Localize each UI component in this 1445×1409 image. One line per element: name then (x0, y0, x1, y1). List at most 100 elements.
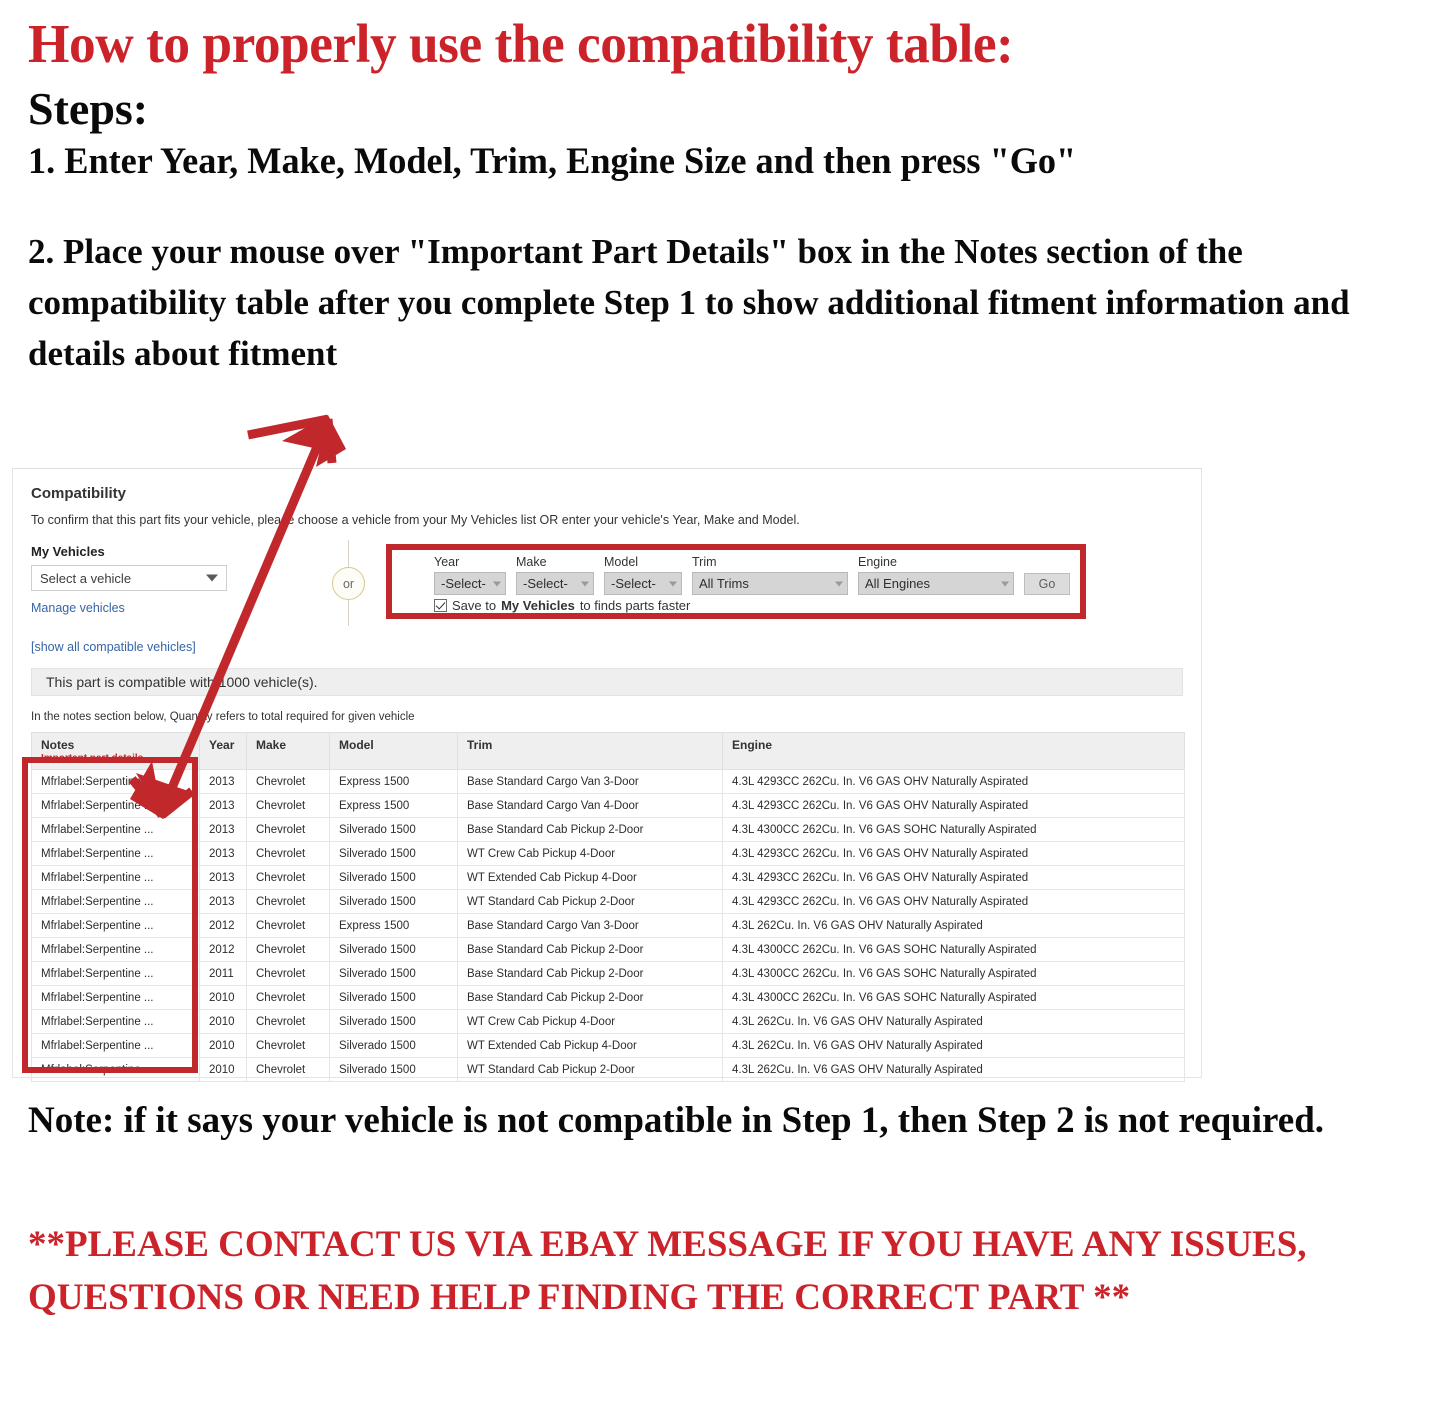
cell-make: Chevrolet (246, 817, 330, 842)
cell-engine: 4.3L 262Cu. In. V6 GAS OHV Naturally Asp… (722, 1057, 1185, 1082)
cell-engine: 4.3L 4300CC 262Cu. In. V6 GAS SOHC Natur… (722, 817, 1185, 842)
cell-make: Chevrolet (246, 985, 330, 1010)
go-button[interactable]: Go (1024, 573, 1070, 595)
cell-notes[interactable]: Mfrlabel:Serpentine ... (31, 889, 200, 914)
cell-model: Express 1500 (329, 793, 458, 818)
cell-year: 2013 (199, 889, 247, 914)
cell-notes[interactable]: Mfrlabel:Serpentine ... (31, 865, 200, 890)
table-row: Mfrlabel:Serpentine ... 2010 Chevrolet Silv… (31, 985, 1185, 1010)
cell-year: 2012 (199, 937, 247, 962)
footer-note-block: Note: if it says your vehicle is not com… (28, 1094, 1388, 1148)
cell-notes[interactable]: Mfrlabel:Serpentine ... (31, 841, 200, 866)
make-label: Make (516, 555, 547, 569)
cell-make: Chevrolet (246, 913, 330, 938)
table-row: Mfrlabel:Serpentine ... 2012 Chevrolet Expr… (31, 913, 1185, 938)
cell-notes[interactable]: Mfrlabel:Serpentine ... (31, 1057, 200, 1082)
my-vehicles-selected-value: Select a vehicle (40, 570, 132, 586)
step-one-text: 1. Enter Year, Make, Model, Trim, Engine… (28, 141, 1077, 183)
cell-make: Chevrolet (246, 1033, 330, 1058)
cell-notes[interactable]: Mfrlabel:Serpentine ... (31, 1009, 200, 1034)
fitment-table: Notes Important part details Year Make M… (31, 732, 1185, 1082)
compatibility-subtitle: To confirm that this part fits your vehi… (31, 513, 800, 527)
cell-year: 2010 (199, 985, 247, 1010)
table-row: Mfrlabel:Serpentine ... 2013 Chevrolet Silv… (31, 841, 1185, 866)
model-label: Model (604, 555, 639, 569)
show-all-compatible-vehicles-link[interactable]: [show all compatible vehicles] (31, 640, 1183, 654)
table-row: Mfrlabel:Serpentine ... 2010 Chevrolet Silv… (31, 1057, 1185, 1082)
table-row: Mfrlabel:Serpentine ... 2012 Chevrolet Silv… (31, 937, 1185, 962)
cell-trim: WT Extended Cab Pickup 4-Door (457, 1033, 723, 1058)
engine-select[interactable]: All Engines (858, 572, 1014, 595)
table-row: Mfrlabel:Serpentine ... 2013 Chevrolet Silv… (31, 817, 1185, 842)
cell-year: 2013 (199, 865, 247, 890)
cell-year: 2010 (199, 1033, 247, 1058)
my-vehicles-label: My Vehicles (31, 544, 105, 559)
save-checkbox[interactable] (434, 599, 447, 612)
model-select[interactable]: -Select- (604, 572, 682, 595)
chevron-down-icon (206, 574, 218, 582)
table-row: Mfrlabel:Serpentine ... 2013 Chevrolet Expr… (31, 793, 1185, 818)
year-value: -Select- (441, 576, 486, 591)
table-row: Mfrlabel:Serpentine ... 2011 Chevrolet Silv… (31, 961, 1185, 986)
cell-trim: WT Crew Cab Pickup 4-Door (457, 1009, 723, 1034)
cell-notes[interactable]: Mfrlabel:Serpentine ... (31, 913, 200, 938)
page-title: How to properly use the compatibility ta… (28, 13, 1014, 74)
col-header-year: Year (199, 732, 247, 770)
manage-vehicles-link[interactable]: Manage vehicles (31, 601, 281, 615)
model-value: -Select- (611, 576, 656, 591)
cell-engine: 4.3L 4293CC 262Cu. In. V6 GAS OHV Natura… (722, 841, 1185, 866)
cell-engine: 4.3L 262Cu. In. V6 GAS OHV Naturally Asp… (722, 1033, 1185, 1058)
cell-trim: Base Standard Cab Pickup 2-Door (457, 817, 723, 842)
engine-field: Engine All Engines (858, 555, 1014, 595)
cell-notes[interactable]: Mfrlabel:Serpentine ... (31, 961, 200, 986)
chevron-down-icon (1001, 581, 1009, 586)
cell-notes[interactable]: Mfrlabel:Serpentine ... (31, 817, 200, 842)
year-label: Year (434, 555, 460, 569)
cell-trim: Base Standard Cargo Van 3-Door (457, 769, 723, 794)
cell-make: Chevrolet (246, 841, 330, 866)
year-field: Year -Select- (434, 555, 506, 595)
cell-notes[interactable]: Mfrlabel:Serpentine ... (31, 985, 200, 1010)
important-part-details-label[interactable]: Important part details (41, 753, 192, 764)
col-header-make: Make (246, 732, 330, 770)
cell-trim: Base Standard Cab Pickup 2-Door (457, 937, 723, 962)
cell-make: Chevrolet (246, 889, 330, 914)
engine-label: Engine (858, 555, 897, 569)
cell-trim: Base Standard Cargo Van 3-Door (457, 913, 723, 938)
trim-field: Trim All Trims (692, 555, 848, 595)
model-field: Model -Select- (604, 555, 682, 595)
save-to-my-vehicles-row[interactable]: Save to My Vehicles to finds parts faste… (434, 598, 690, 613)
cell-model: Silverado 1500 (329, 985, 458, 1010)
cell-notes[interactable]: Mfrlabel:Serpentine ... (31, 1033, 200, 1058)
my-vehicles-select[interactable]: Select a vehicle (31, 565, 227, 591)
trim-select[interactable]: All Trims (692, 572, 848, 595)
cell-trim: WT Crew Cab Pickup 4-Door (457, 841, 723, 866)
vehicle-chooser-row: My Vehicles Select a vehicle Manage vehi… (31, 540, 1183, 636)
cell-model: Silverado 1500 (329, 817, 458, 842)
cell-trim: Base Standard Cargo Van 4-Door (457, 793, 723, 818)
cell-year: 2013 (199, 769, 247, 794)
fitment-table-header-row: Notes Important part details Year Make M… (31, 732, 1185, 770)
save-text-bold: My Vehicles (501, 598, 575, 613)
cell-model: Silverado 1500 (329, 1033, 458, 1058)
cell-notes[interactable]: Mfrlabel:Serpentine ... (31, 769, 200, 794)
make-value: -Select- (523, 576, 568, 591)
my-vehicles-block: My Vehicles Select a vehicle Manage vehi… (31, 544, 281, 615)
make-select[interactable]: -Select- (516, 572, 594, 595)
year-select[interactable]: -Select- (434, 572, 506, 595)
instructions-header: How to properly use the compatibility ta… (0, 16, 1445, 379)
footer-contact-text: **PLEASE CONTACT US VIA EBAY MESSAGE IF … (28, 1224, 1307, 1318)
cell-notes[interactable]: Mfrlabel:Serpentine ... (31, 793, 200, 818)
cell-notes[interactable]: Mfrlabel:Serpentine ... (31, 937, 200, 962)
cell-make: Chevrolet (246, 865, 330, 890)
cell-model: Silverado 1500 (329, 937, 458, 962)
chevron-down-icon (835, 581, 843, 586)
steps-label: Steps: (28, 83, 149, 134)
col-header-notes-label: Notes (41, 738, 75, 752)
col-header-engine: Engine (722, 732, 1185, 770)
cell-year: 2013 (199, 793, 247, 818)
cell-make: Chevrolet (246, 793, 330, 818)
cell-make: Chevrolet (246, 769, 330, 794)
footer-note-text: Note: if it says your vehicle is not com… (28, 1100, 1325, 1141)
cell-trim: Base Standard Cab Pickup 2-Door (457, 985, 723, 1010)
